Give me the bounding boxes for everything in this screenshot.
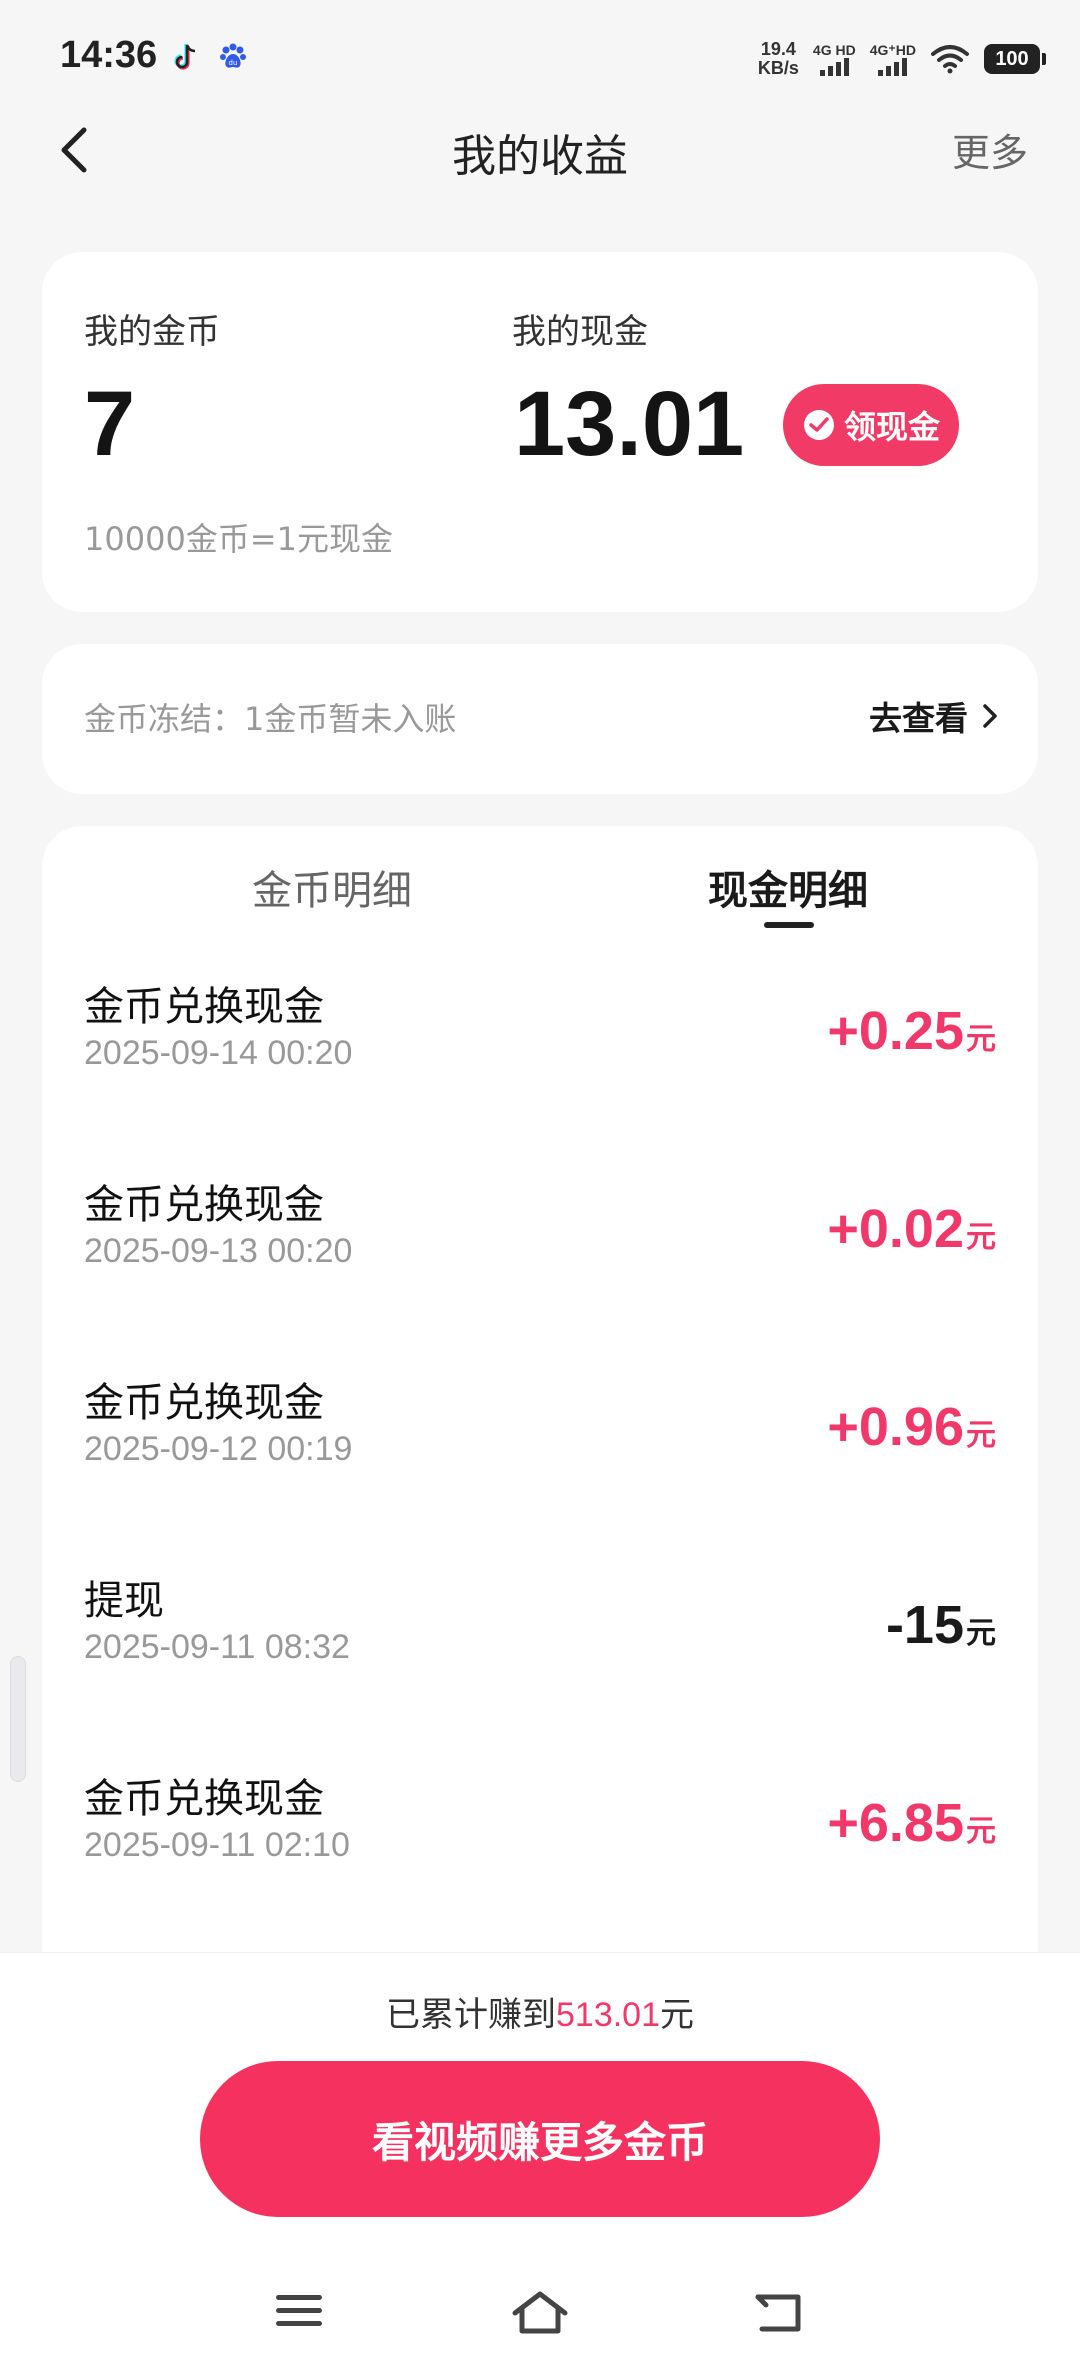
baidu-icon: du [220,43,246,68]
detail-card: 金币明细 现金明细 金币兑换现金 2025-09-14 00:20 +0.25 … [42,826,1038,1966]
network-speed: 19.4 KB/s [758,40,799,78]
status-bar: 14:36 du 19.4 KB/s 4G HD 4G⁺HD 100 [0,0,1080,115]
record-date: 2025-09-13 00:20 [84,1232,353,1270]
earnings-page: 14:36 du 19.4 KB/s 4G HD 4G⁺HD 100 我的收益 … [0,0,1080,2376]
amount-value: +6.85 [827,1793,964,1853]
amount-value: +0.02 [827,1199,964,1259]
page-title: 我的收益 [452,131,628,182]
active-tab-indicator [764,922,814,928]
svg-text:du: du [229,59,238,67]
amount-unit: 元 [966,1814,996,1849]
system-nav-bar [0,2279,1080,2359]
total-prefix: 已累计赚到 [386,1995,556,2035]
exchange-rate-text: 10000金币=1元现金 [84,520,393,558]
list-item[interactable]: 提现 2025-09-11 08:32 -15 元 [42,1568,1038,1766]
list-item[interactable]: 金币兑换现金 2025-09-13 00:20 +0.02 元 [42,1172,1038,1370]
record-title: 金币兑换现金 [84,1380,324,1426]
record-amount: -15 元 [886,1594,996,1656]
coins-label: 我的金币 [84,312,220,352]
cash-label: 我的现金 [512,312,648,352]
signal-bars-1 [819,57,849,76]
tab-coin-details[interactable]: 金币明细 [182,858,482,916]
view-link-label: 去查看 [869,699,968,738]
wifi-icon [931,45,969,74]
record-list: 金币兑换现金 2025-09-14 00:20 +0.25 元 金币兑换现金 2… [42,974,1038,1964]
home-icon[interactable] [510,2289,570,2337]
amount-value: +0.25 [827,1001,964,1061]
top-nav: 我的收益 更多 [0,110,1080,190]
frozen-text: 金币冻结：1金币暂未入账 [84,700,457,738]
list-item[interactable]: 金币兑换现金 2025-09-11 02:10 +6.85 元 [42,1766,1038,1964]
tiktok-icon [174,44,196,70]
battery-icon: 100 [984,44,1046,74]
withdraw-label: 领现金 [843,408,940,446]
withdraw-cash-button[interactable]: 领现金 [783,384,959,466]
view-frozen-link[interactable]: 去查看 [869,692,998,740]
watch-video-button[interactable]: 看视频赚更多金币 [200,2061,880,2217]
menu-icon[interactable] [274,2289,324,2333]
net-label-1: 4G HD [812,41,856,58]
tab-cash-details[interactable]: 现金明细 [638,858,938,916]
coins-value: 7 [84,373,136,475]
record-amount: +0.96 元 [827,1396,996,1458]
record-date: 2025-09-12 00:19 [84,1430,353,1468]
speed-value: 19.4 [760,39,796,59]
amount-unit: 元 [966,1616,996,1651]
signal-icon: 4G HD [812,41,856,76]
record-amount: +0.02 元 [827,1198,996,1260]
amount-unit: 元 [966,1220,996,1255]
total-earned: 已累计赚到513.01元 [0,1987,1080,2036]
signal-bars-2 [878,57,908,76]
amount-unit: 元 [966,1022,996,1057]
list-item[interactable]: 金币兑换现金 2025-09-12 00:19 +0.96 元 [42,1370,1038,1568]
signal-icon-2: 4G⁺HD [869,41,916,76]
amount-unit: 元 [966,1418,996,1453]
chevron-right-icon [983,704,997,728]
status-right-group: 19.4 KB/s 4G HD 4G⁺HD 100 [758,34,1046,84]
record-date: 2025-09-11 02:10 [84,1826,350,1864]
balance-card: 我的金币 我的现金 7 13.01 领现金 10000金币=1元现金 [42,252,1038,612]
record-title: 金币兑换现金 [84,1776,324,1822]
record-title: 提现 [84,1578,164,1624]
more-button[interactable]: 更多 [952,122,1028,177]
record-title: 金币兑换现金 [84,984,324,1030]
bottom-panel: 已累计赚到513.01元 看视频赚更多金币 [0,1952,1080,2376]
total-suffix: 元 [660,1995,694,2035]
back-icon[interactable] [752,2289,806,2337]
record-amount: +0.25 元 [827,1000,996,1062]
record-date: 2025-09-11 08:32 [84,1628,350,1666]
amount-value: +0.96 [827,1397,964,1457]
speed-unit: KB/s [757,58,799,78]
total-amount: 513.01 [556,1996,660,2034]
check-circle-icon [803,410,834,440]
record-date: 2025-09-14 00:20 [84,1034,353,1072]
net-label-2: 4G⁺HD [869,41,916,58]
amount-value: -15 [885,1595,964,1655]
cash-value: 13.01 [514,373,745,475]
detail-tabs: 金币明细 现金明细 [42,826,1038,936]
record-title: 金币兑换现金 [84,1182,324,1228]
list-item[interactable]: 金币兑换现金 2025-09-14 00:20 +0.25 元 [42,974,1038,1172]
status-time: 14:36 [60,34,158,76]
record-amount: +6.85 元 [827,1792,996,1854]
scrollbar-handle[interactable] [10,1656,26,1782]
frozen-coins-card: 金币冻结：1金币暂未入账 去查看 [42,644,1038,794]
